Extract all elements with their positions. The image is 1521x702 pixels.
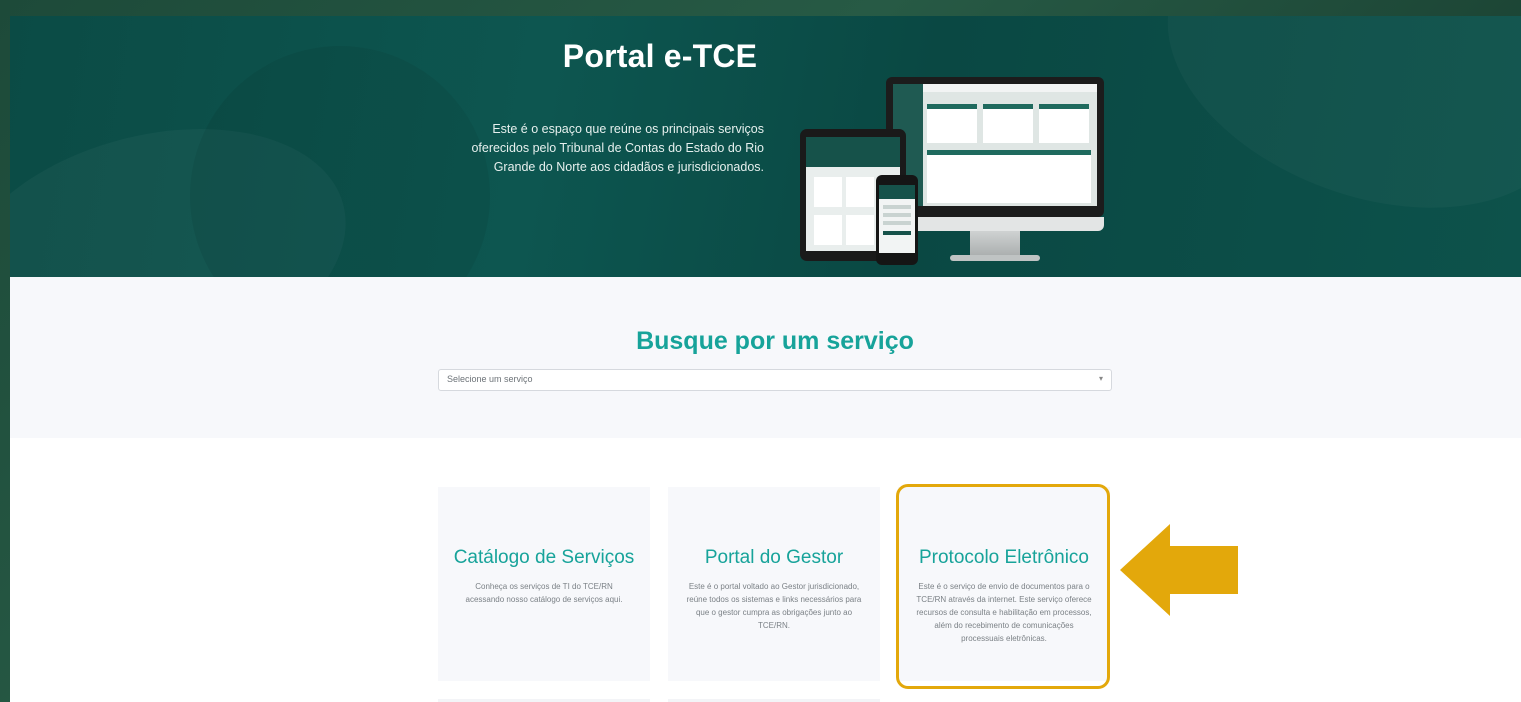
search-title: Busque por um serviço	[636, 327, 914, 355]
hero-banner: Portal e-TCE Este é o espaço que reúne o…	[10, 16, 1521, 277]
highlight-box	[896, 484, 1110, 689]
search-section: Busque por um serviço Selecione um servi…	[10, 277, 1521, 438]
page-title: Portal e-TCE	[562, 38, 758, 74]
arrow-left-icon	[1120, 524, 1238, 616]
page: Portal e-TCE Este é o espaço que reúne o…	[10, 16, 1521, 702]
phone-illustration	[876, 175, 918, 265]
service-select-placeholder: Selecione um serviço	[447, 374, 533, 384]
monitor-base	[950, 255, 1040, 261]
card-title: Portal do Gestor	[704, 547, 844, 568]
monitor-stand	[970, 231, 1020, 257]
service-select[interactable]: Selecione um serviço ▾	[438, 369, 1112, 391]
hero-description: Este é o espaço que reúne os principais …	[471, 122, 764, 174]
monitor-chin	[886, 217, 1104, 231]
card-catalogo-servicos[interactable]: Catálogo de Serviços Conheça os serviços…	[438, 487, 650, 681]
monitor-illustration	[886, 77, 1104, 217]
card-title: Catálogo de Serviços	[453, 547, 635, 568]
devices-illustration	[790, 71, 1120, 276]
card-portal-gestor[interactable]: Portal do Gestor Este é o portal voltado…	[668, 487, 880, 681]
hero-decoration	[1128, 16, 1521, 260]
card-description: Conheça os serviços de TI do TCE/RN aces…	[465, 582, 623, 604]
card-description: Este é o portal voltado ao Gestor jurisd…	[686, 582, 862, 630]
chevron-down-icon: ▾	[1098, 374, 1103, 383]
